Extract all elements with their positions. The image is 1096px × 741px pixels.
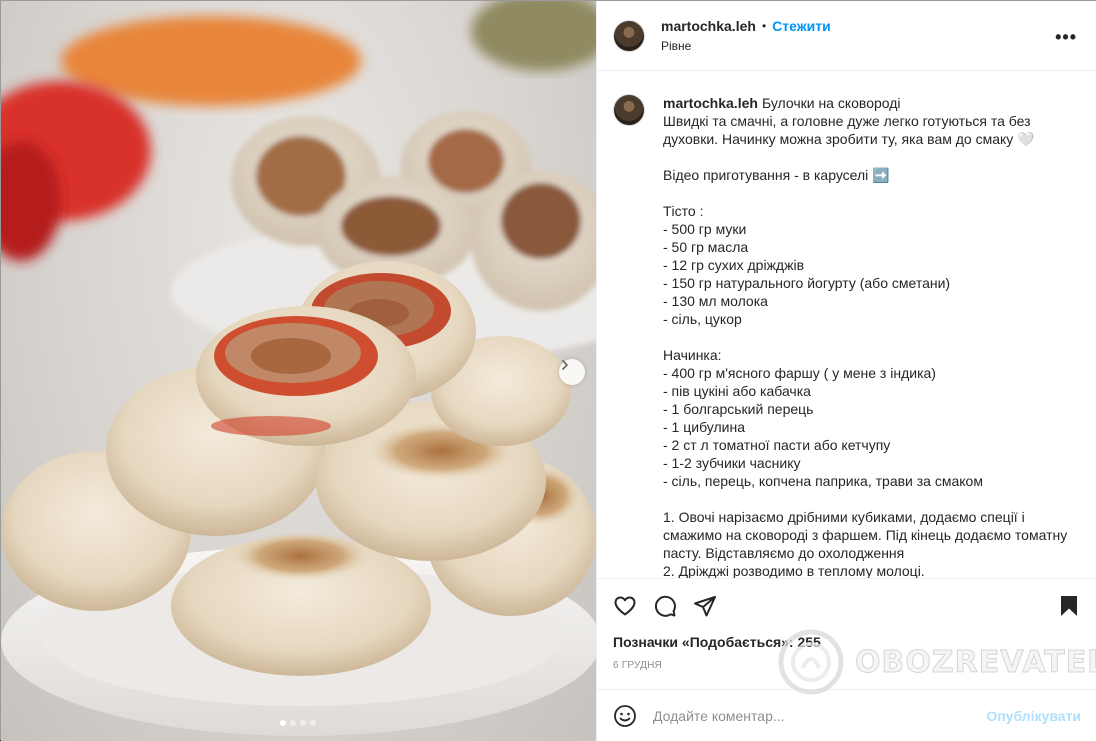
author-avatar[interactable] [613,19,645,52]
caption-avatar[interactable] [613,94,645,126]
like-button[interactable] [613,594,637,618]
save-button[interactable] [1057,594,1081,618]
separator-dot: • [761,19,767,33]
caption-section[interactable]: martochka.leh Булочки на сковороді Швидкі… [597,72,1096,578]
carousel-dot [290,720,296,726]
post-header: martochka.leh • Стежити Рівне ••• [597,1,1096,71]
emoji-button[interactable] [613,704,637,728]
comment-bubble-icon [654,595,676,617]
comment-input[interactable] [653,707,987,724]
caption-username[interactable]: martochka.leh [663,95,758,111]
post-modal: martochka.leh • Стежити Рівне ••• martoc… [0,0,1096,741]
publish-button[interactable]: Опублікувати [986,708,1081,724]
author-username[interactable]: martochka.leh [661,18,756,34]
comment-bar: Опублікувати [597,689,1096,741]
buns-photo-illustration [1,1,596,736]
carousel-indicator [280,720,316,726]
post-location[interactable]: Рівне [661,39,831,53]
caption-text: Булочки на сковороді Швидкі та смачні, а… [663,95,1068,578]
follow-button[interactable]: Стежити [772,18,831,34]
carousel-dot [310,720,316,726]
more-options-icon[interactable]: ••• [1055,27,1077,48]
post-photo[interactable] [1,1,596,741]
paper-plane-icon [694,596,716,617]
obozrevatel-logo-icon [778,629,844,695]
obozrevatel-watermark: OBOZREVATEL [777,628,1096,696]
carousel-dot [300,720,306,726]
bookmark-filled-icon [1061,596,1077,616]
share-button[interactable] [693,594,717,618]
caption-text-block: martochka.leh Булочки на сковороді Швидкі… [663,94,1081,578]
carousel-next-button[interactable] [559,359,585,385]
heart-icon [614,596,636,616]
carousel-dot [280,720,286,726]
comment-button[interactable] [653,594,677,618]
chevron-right-icon [562,360,568,370]
emoji-smile-icon [614,704,636,727]
watermark-text: OBOZREVATEL [854,644,1096,680]
